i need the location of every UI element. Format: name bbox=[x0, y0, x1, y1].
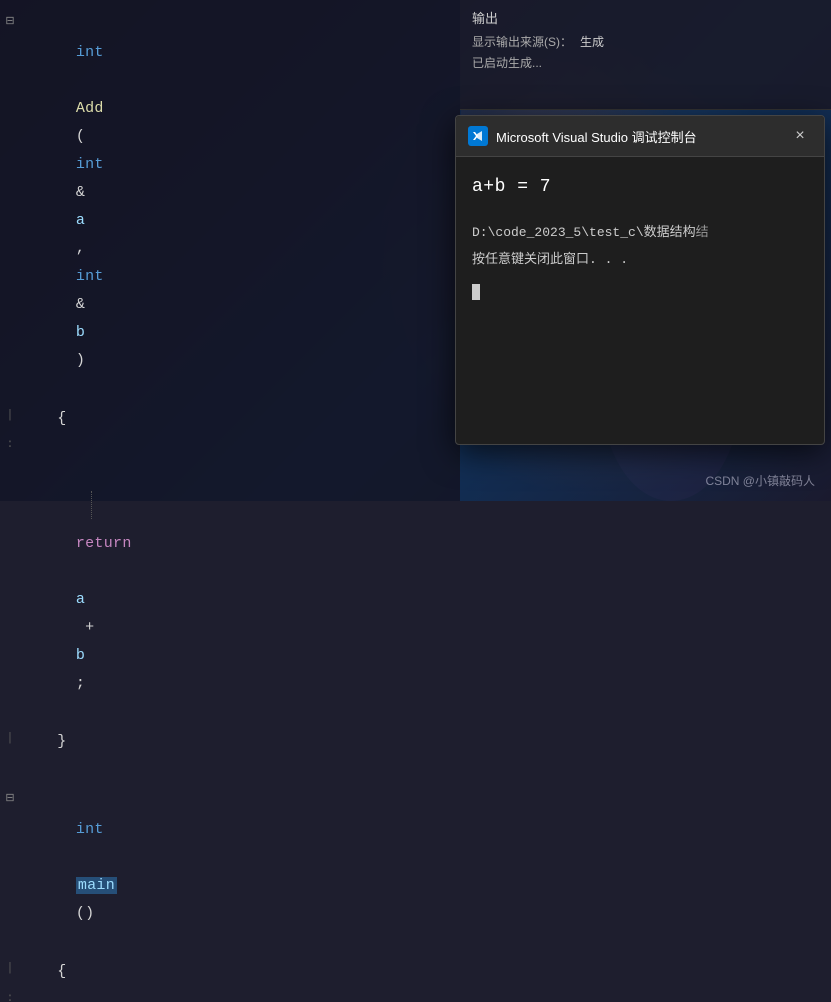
guide-2: : bbox=[0, 435, 20, 451]
code-editor-panel: ⊟ int Add ( int & a , int & b ) | { : re… bbox=[0, 0, 460, 501]
dialog-close-button[interactable]: × bbox=[788, 124, 812, 148]
return-stmt: return a + b ; bbox=[20, 435, 132, 726]
code-line-1: ⊟ int Add ( int & a , int & b ) bbox=[0, 10, 460, 404]
code-line-5 bbox=[0, 757, 460, 787]
ref-a: & bbox=[76, 184, 95, 201]
output-status: 已启动生成... bbox=[472, 54, 819, 71]
guide-3: | bbox=[0, 728, 20, 745]
brace-open-1: { bbox=[20, 405, 67, 433]
dialog-content: a+b = 7 D:\code_2023_5\test_c\数据结构结 按任意键… bbox=[456, 157, 824, 321]
path-text: D:\code_2023_5\test_c\数据结构 bbox=[472, 225, 696, 240]
empty-line bbox=[20, 758, 29, 786]
keyword-int-1: int bbox=[76, 44, 104, 61]
dialog-title-text: Microsoft Visual Studio 调试控制台 bbox=[496, 127, 697, 146]
code-line-6: ⊟ int main () bbox=[0, 787, 460, 957]
fn-add: Add bbox=[76, 100, 104, 117]
space bbox=[76, 72, 85, 89]
press-key-text: 按任意键关闭此窗口. . . bbox=[472, 252, 628, 267]
code-line-2: | { bbox=[0, 404, 460, 434]
param-b: b bbox=[76, 324, 85, 341]
code-line-8: : int a = 3 ; bbox=[0, 987, 460, 1002]
int-a-decl: int a = 3 ; bbox=[20, 988, 108, 1002]
path-continuation: 结 bbox=[696, 225, 709, 240]
output-panel: 输出 显示输出来源(S)： 生成 已启动生成... bbox=[460, 0, 831, 110]
param-a: a bbox=[76, 212, 85, 229]
empty-gutter bbox=[0, 758, 20, 761]
keyword-int-2: int bbox=[76, 156, 104, 173]
vs-logo-svg bbox=[471, 129, 485, 143]
text-cursor bbox=[472, 284, 480, 300]
main-decl: int main () bbox=[20, 788, 117, 956]
paren-close: ) bbox=[76, 352, 85, 369]
output-source-label: 显示输出来源(S)： bbox=[472, 33, 572, 50]
vs-icon bbox=[468, 126, 488, 146]
ref-b: & bbox=[76, 296, 95, 313]
guide-1: | bbox=[0, 405, 20, 422]
output-source-row: 显示输出来源(S)： 生成 bbox=[472, 33, 819, 50]
code-line-7: | { bbox=[0, 957, 460, 987]
dialog-titlebar: Microsoft Visual Studio 调试控制台 × bbox=[456, 116, 824, 157]
collapse-icon-2: ⊟ bbox=[0, 788, 20, 805]
guide-4: | bbox=[0, 958, 20, 975]
guide-5: : bbox=[0, 988, 20, 1002]
paren: ( bbox=[76, 128, 85, 145]
output-title: 输出 bbox=[472, 8, 819, 27]
dialog-result-line: a+b = 7 bbox=[472, 177, 808, 197]
comma: , bbox=[76, 240, 95, 257]
csdn-watermark: CSDN @小镇敲码人 bbox=[705, 472, 815, 489]
output-source-value: 生成 bbox=[580, 33, 604, 50]
keyword-int-3: int bbox=[76, 268, 104, 285]
dialog-title-left: Microsoft Visual Studio 调试控制台 bbox=[468, 126, 697, 146]
brace-close-1: } bbox=[20, 728, 67, 756]
debug-console-dialog: Microsoft Visual Studio 调试控制台 × a+b = 7 … bbox=[455, 115, 825, 445]
brace-open-2: { bbox=[20, 958, 67, 986]
code-line-4: | } bbox=[0, 727, 460, 757]
main-highlight: main bbox=[76, 877, 117, 894]
dialog-path-line: D:\code_2023_5\test_c\数据结构结 bbox=[472, 221, 808, 240]
code-line-3: : return a + b ; bbox=[0, 434, 460, 727]
dialog-press-key: 按任意键关闭此窗口. . . bbox=[472, 248, 808, 267]
dialog-cursor-line bbox=[472, 283, 808, 301]
collapse-icon-1: ⊟ bbox=[0, 11, 20, 28]
